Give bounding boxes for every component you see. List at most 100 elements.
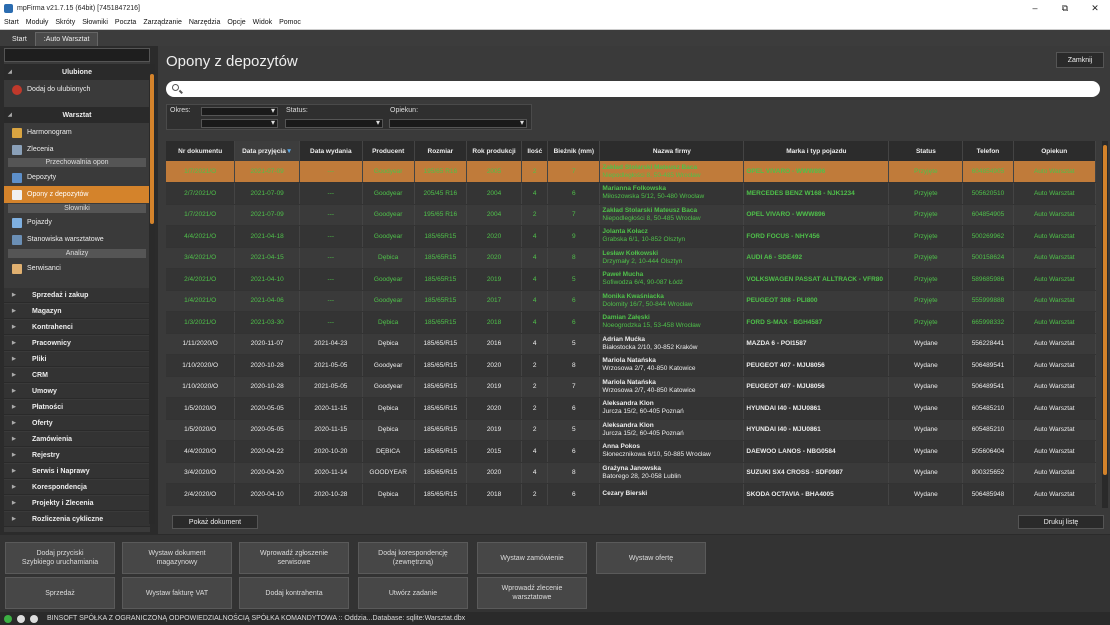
table-row[interactable]: 3/4/2020/O 2020-04-20 2020-11-14 GOODYEAR 18…	[166, 462, 1096, 484]
header-biezniki[interactable]: Bieżnik (mm)	[547, 141, 601, 161]
sidebar-group-pliki[interactable]: ▶ Pliki	[4, 352, 150, 367]
okres-to-select[interactable]	[201, 118, 278, 128]
sort-desc-icon: ▼	[285, 147, 293, 155]
sidebar-group-serwis[interactable]: ▶ Serwis i Naprawy	[4, 464, 150, 479]
header-telefon[interactable]: Telefon	[962, 141, 1014, 161]
cell-status: Przyjęte	[888, 311, 964, 334]
sidebar-search-input[interactable]	[4, 48, 150, 62]
maximize-button[interactable]: ⧉	[1050, 0, 1080, 16]
sidebar-item-serwisanci[interactable]: Serwisanci	[4, 260, 150, 277]
table-scrollbar[interactable]	[1102, 141, 1108, 508]
table-row[interactable]: 1/5/2020/O 2020-05-05 2020-11-15 Dębica 185/…	[166, 397, 1096, 420]
close-view-button[interactable]: Zamknij	[1056, 52, 1104, 68]
show-document-button[interactable]: Pokaż dokument	[172, 515, 258, 529]
sidebar-group-zamowienia[interactable]: ▶ Zamówienia	[4, 432, 150, 447]
header-data-przyjecia[interactable]: Data przyjęcia▼	[234, 141, 301, 161]
header-nazwa-firmy[interactable]: Nazwa firmy	[599, 141, 745, 161]
menu-start[interactable]: Start	[4, 19, 19, 26]
tab-start[interactable]: Start	[4, 32, 35, 46]
action-utworz-zadanie[interactable]: Utwórz zadanie	[358, 577, 468, 609]
cell-data-przyjecia: 2020-04-10	[234, 483, 301, 506]
menu-opcje[interactable]: Opcje	[227, 19, 245, 26]
header-opiekun[interactable]: Opiekun	[1013, 141, 1096, 161]
table-row[interactable]: 4/4/2020/O 2020-04-22 2020-10-20 DĘBICA 185/…	[166, 440, 1096, 463]
menu-moduly[interactable]: Moduły	[26, 19, 49, 26]
sidebar-group-crm[interactable]: ▶ CRM	[4, 368, 150, 383]
table-row[interactable]: 2/7/2021/O 2021-07-09 --- Goodyear 205/45 R1…	[166, 182, 1096, 205]
header-producent[interactable]: Producent	[362, 141, 415, 161]
header-data-wydania[interactable]: Data wydania	[299, 141, 363, 161]
sidebar-item-opony-depozytow[interactable]: Opony z depozytów	[4, 186, 150, 203]
header-rozmiar[interactable]: Rozmiar	[414, 141, 467, 161]
table-row[interactable]: 1/3/2021/O 2021-03-30 --- Dębica 185/65R15 20…	[166, 311, 1096, 334]
tab-auto-warsztat[interactable]: :Auto Warsztat	[34, 32, 99, 46]
print-list-button[interactable]: Drukuj listę	[1018, 515, 1104, 529]
sidebar-item-pojazdy[interactable]: Pojazdy	[4, 214, 150, 231]
sidebar-group-pracownicy[interactable]: ▶ Pracownicy	[4, 336, 150, 351]
menu-widok[interactable]: Widok	[253, 19, 272, 26]
sidebar-group-umowy[interactable]: ▶ Umowy	[4, 384, 150, 399]
sidebar-group-kontrahenci[interactable]: ▶ Kontrahenci	[4, 320, 150, 335]
menu-skroty[interactable]: Skróty	[55, 19, 75, 26]
action-wystaw-fakture[interactable]: Wystaw fakturę VAT	[122, 577, 232, 609]
header-ilosc[interactable]: Ilość	[521, 141, 549, 161]
table-row[interactable]: 1/7/2021/O 2021-07-09 --- Goodyear 195/65 R1…	[166, 204, 1096, 226]
table-scroll-thumb[interactable]	[1103, 145, 1107, 475]
menu-zarzadzanie[interactable]: Zarządzanie	[143, 19, 182, 26]
sidebar-item-dodaj-ulubione[interactable]: Dodaj do ulubionych	[4, 81, 150, 98]
search-input[interactable]	[166, 81, 1100, 97]
table-row[interactable]: 4/4/2021/O 2021-04-18 --- Goodyear 185/65R15…	[166, 225, 1096, 248]
action-dodaj-kontrahenta[interactable]: Dodaj kontrahenta	[239, 577, 349, 609]
sidebar-item-harmonogram[interactable]: Harmonogram	[4, 124, 150, 141]
sidebar-item-depozyty[interactable]: Depozyty	[4, 169, 150, 186]
cell-rozmiar: 185/65/R15	[414, 483, 467, 506]
sidebar-group-oferty[interactable]: ▶ Oferty	[4, 416, 150, 431]
header-rok-produkcji[interactable]: Rok produkcji	[466, 141, 523, 161]
sidebar-group-rozliczenia[interactable]: ▶ Rozliczenia cykliczne	[4, 512, 150, 527]
okres-from-select[interactable]	[201, 106, 278, 116]
sidebar-section-warsztat[interactable]: ◢ Warsztat	[4, 107, 150, 123]
sidebar-group-korespondencja[interactable]: ▶ Korespondencja	[4, 480, 150, 495]
table-row[interactable]: 2/4/2020/O 2020-04-10 2020-10-28 Dębica 185/…	[166, 483, 1096, 506]
sidebar-item-stanowiska[interactable]: Stanowiska warsztatowe	[4, 231, 150, 248]
action-wystaw-oferte[interactable]: Wystaw ofertę	[596, 542, 706, 574]
cell-telefon: 605485210	[962, 397, 1014, 420]
action-wprowadz-zlecenie[interactable]: Wprowadź zlecenie warsztatowe	[477, 577, 587, 609]
table-row[interactable]: 1/11/2020/O 2020-11-07 2021-04-23 Dębica 185…	[166, 333, 1096, 355]
table-row[interactable]: 3/4/2021/O 2021-04-15 --- Dębica 185/65R15 20…	[166, 247, 1096, 269]
table-row[interactable]: 1/5/2020/O 2020-05-05 2020-11-15 Dębica 185/…	[166, 419, 1096, 441]
header-nr-dokumentu[interactable]: Nr dokumentu	[166, 141, 236, 161]
cell-data-przyjecia: 2020-04-20	[234, 462, 301, 484]
opiekun-select[interactable]	[389, 118, 527, 128]
action-sprzedaz[interactable]: Sprzedaż	[5, 577, 115, 609]
action-wprowadz-zgloszenie[interactable]: Wprowadź zgłoszenie serwisowe	[239, 542, 349, 574]
sidebar-group-sprzedaz[interactable]: ▶ Sprzedaż i zakup	[4, 288, 150, 303]
sidebar-section-ulubione[interactable]: ◢ Ulubione	[4, 64, 150, 80]
action-wystaw-dokument-magazynowy[interactable]: Wystaw dokument magazynowy	[122, 542, 232, 574]
close-window-button[interactable]: ✕	[1080, 0, 1110, 16]
sidebar-group-rejestry[interactable]: ▶ Rejestry	[4, 448, 150, 463]
table-row[interactable]: 1/10/2020/O 2020-10-28 2021-05-05 Goodyear 1…	[166, 376, 1096, 398]
table-row[interactable]: 1/7/2021/O 2021-07-09 --- Goodyear 195/65 R1…	[166, 161, 1096, 183]
sidebar-scroll-thumb[interactable]	[150, 74, 154, 224]
action-dodaj-korespondencje[interactable]: Dodaj korespondencję (zewnętrzną)	[358, 542, 468, 574]
menu-poczta[interactable]: Poczta	[115, 19, 136, 26]
sidebar-group-magazyn[interactable]: ▶ Magazyn	[4, 304, 150, 319]
action-dodaj-przyciski[interactable]: Dodaj przyciski Szybkiego uruchamiania	[5, 542, 115, 574]
menu-pomoc[interactable]: Pomoc	[279, 19, 301, 26]
status-select[interactable]	[285, 118, 383, 128]
sidebar-item-zlecenia[interactable]: Zlecenia	[4, 141, 150, 158]
sidebar-scrollbar[interactable]	[149, 64, 155, 524]
cell-bieznik: 8	[547, 247, 601, 269]
sidebar-group-projekty[interactable]: ▶ Projekty i Zlecenia	[4, 496, 150, 511]
table-row[interactable]: 1/10/2020/O 2020-10-28 2021-05-05 Goodyear 1…	[166, 354, 1096, 377]
action-wystaw-zamowienie[interactable]: Wystaw zamówienie	[477, 542, 587, 574]
menu-slowniki[interactable]: Słowniki	[82, 19, 108, 26]
menu-narzedzia[interactable]: Narzędzia	[189, 19, 221, 26]
minimize-button[interactable]: –	[1020, 0, 1050, 16]
table-row[interactable]: 1/4/2021/O 2021-04-06 --- Goodyear 185/65R15…	[166, 290, 1096, 312]
header-marka-typ[interactable]: Marka i typ pojazdu	[743, 141, 890, 161]
header-status[interactable]: Status	[888, 141, 964, 161]
sidebar-group-platnosci[interactable]: ▶ Płatności	[4, 400, 150, 415]
table-row[interactable]: 2/4/2021/O 2021-04-10 --- Goodyear 185/65R15…	[166, 268, 1096, 291]
